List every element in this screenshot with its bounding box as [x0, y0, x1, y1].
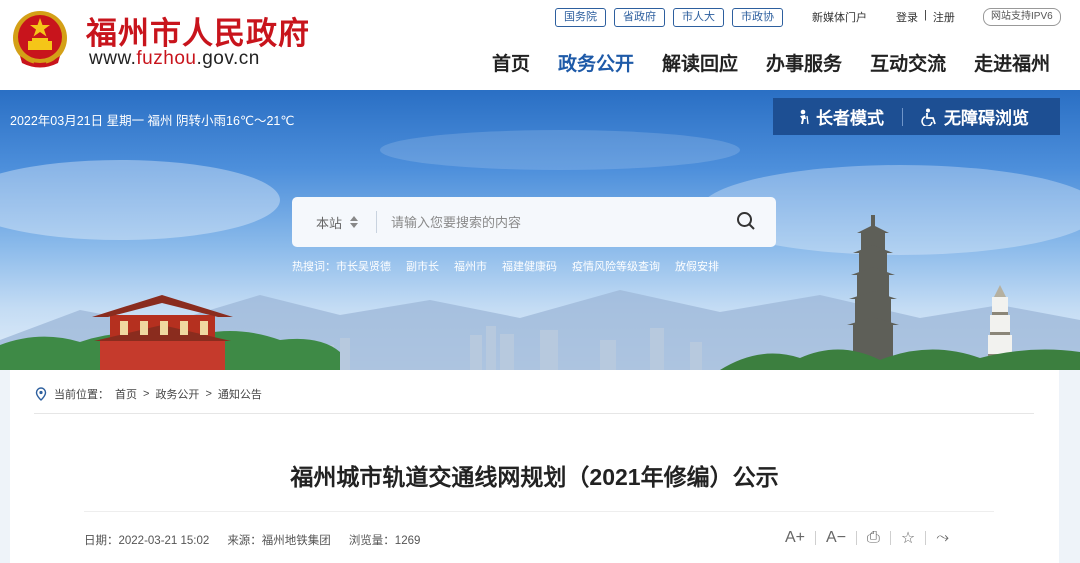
- accessible-browse-button[interactable]: 无障碍浏览: [921, 104, 1029, 129]
- link-state-council[interactable]: 国务院: [555, 8, 606, 27]
- search-box: 本站: [292, 197, 776, 247]
- article-source: 来源：福州地铁集团: [227, 535, 331, 547]
- site-url-accent: fuzhou: [136, 48, 197, 69]
- search-scope-value: 本站: [316, 215, 343, 231]
- elder-icon: [800, 109, 809, 124]
- mode-separator: [902, 107, 903, 126]
- nav-gov-affairs[interactable]: 政务公开: [558, 49, 634, 76]
- accessible-browse-label: 无障碍浏览: [944, 109, 1029, 128]
- nav-services[interactable]: 办事服务: [766, 49, 842, 76]
- breadcrumb-home[interactable]: 首页: [115, 386, 137, 402]
- article-title: 福州城市轨道交通线网规划（2021年修编）公示: [290, 464, 779, 490]
- elder-mode-button[interactable]: 长者模式: [795, 104, 884, 129]
- publish-date: 日期：2022-03-21 15:02: [84, 535, 210, 547]
- hot-search-words: 热搜词：市长吴贤德 副市长 福州市 福建健康码 疫情风险等级查询 放假安排: [292, 258, 719, 274]
- top-links: 国务院 省政府 市人大 市政协: [555, 8, 783, 27]
- elder-mode-label: 长者模式: [816, 109, 884, 128]
- hot-search-label: 热搜词：市长吴贤德: [292, 261, 391, 273]
- hot-word[interactable]: 疫情风险等级查询: [572, 258, 660, 274]
- sort-arrows-icon: [350, 216, 359, 228]
- view-count: 浏览量：1269: [348, 535, 421, 547]
- wheelchair-icon: [921, 108, 936, 126]
- hot-word[interactable]: 市长吴贤德: [336, 261, 391, 273]
- font-decrease-button[interactable]: A−: [816, 529, 856, 547]
- share-icon[interactable]: ⤳: [926, 529, 959, 547]
- accessibility-bar: 长者模式 无障碍浏览: [773, 98, 1060, 135]
- ipv6-badge: 网站支持IPV6: [983, 8, 1061, 26]
- link-city-cppcc[interactable]: 市政协: [732, 8, 783, 27]
- nav-about-fuzhou[interactable]: 走进福州: [974, 49, 1050, 76]
- national-emblem-icon: [13, 11, 67, 68]
- weather-info: 2022年03月21日 星期一 福州 阴转小雨16℃～21℃: [10, 114, 295, 128]
- breadcrumb-notices[interactable]: 通知公告: [218, 386, 262, 402]
- site-url-prefix: www.: [89, 48, 137, 69]
- hero-banner: 2022年03月21日 星期一 福州 阴转小雨16℃～21℃ 长者模式 无障碍浏…: [0, 90, 1080, 370]
- article-tools: A+ A− ⎙ ☆ ⤳: [775, 528, 959, 548]
- main-nav: 首页 政务公开 解读回应 办事服务 互动交流 走进福州: [492, 49, 1050, 76]
- nav-interaction[interactable]: 互动交流: [870, 49, 946, 76]
- breadcrumb-separator: >: [205, 388, 212, 400]
- site-header: 福州市人民政府 www.fuzhou.gov.cn 国务院 省政府 市人大 市政…: [0, 0, 1080, 90]
- favorite-icon[interactable]: ☆: [891, 528, 925, 548]
- search-icon[interactable]: [736, 211, 756, 231]
- link-provincial-gov[interactable]: 省政府: [614, 8, 665, 27]
- nav-interpretation[interactable]: 解读回应: [662, 49, 738, 76]
- search-input[interactable]: [391, 214, 712, 230]
- search-scope-select[interactable]: 本站: [316, 213, 359, 232]
- article-meta: 日期：2022-03-21 15:02 来源：福州地铁集团 浏览量：1269: [84, 532, 420, 548]
- link-city-npc[interactable]: 市人大: [673, 8, 724, 27]
- auth-links: 登录 | 注册: [896, 9, 955, 25]
- hot-word[interactable]: 福州市: [454, 258, 487, 274]
- divider: [84, 511, 994, 512]
- new-media-link[interactable]: 新媒体门户: [812, 9, 867, 25]
- hot-word[interactable]: 放假安排: [675, 258, 719, 274]
- site-url: www.fuzhou.gov.cn: [89, 48, 260, 70]
- breadcrumb-separator: >: [143, 388, 150, 400]
- breadcrumb-label: 当前位置：: [54, 389, 109, 401]
- divider: [34, 413, 1034, 414]
- nav-home[interactable]: 首页: [492, 49, 530, 76]
- site-url-suffix: .gov.cn: [196, 48, 260, 69]
- register-link[interactable]: 注册: [933, 9, 955, 25]
- hot-word[interactable]: 副市长: [406, 258, 439, 274]
- print-icon[interactable]: ⎙: [857, 529, 890, 547]
- article-card: 当前位置： 首页 > 政务公开 > 通知公告 福州城市轨道交通线网规划（2021…: [10, 370, 1059, 563]
- login-link[interactable]: 登录: [896, 9, 918, 25]
- hot-word[interactable]: 福建健康码: [502, 258, 557, 274]
- breadcrumb: 当前位置： 首页 > 政务公开 > 通知公告: [34, 386, 262, 402]
- breadcrumb-gov-affairs[interactable]: 政务公开: [155, 386, 199, 402]
- auth-separator: |: [924, 9, 927, 21]
- location-pin-icon: [35, 387, 47, 401]
- search-divider: [376, 211, 378, 233]
- site-title: 福州市人民政府: [86, 16, 310, 52]
- font-increase-button[interactable]: A+: [775, 529, 815, 547]
